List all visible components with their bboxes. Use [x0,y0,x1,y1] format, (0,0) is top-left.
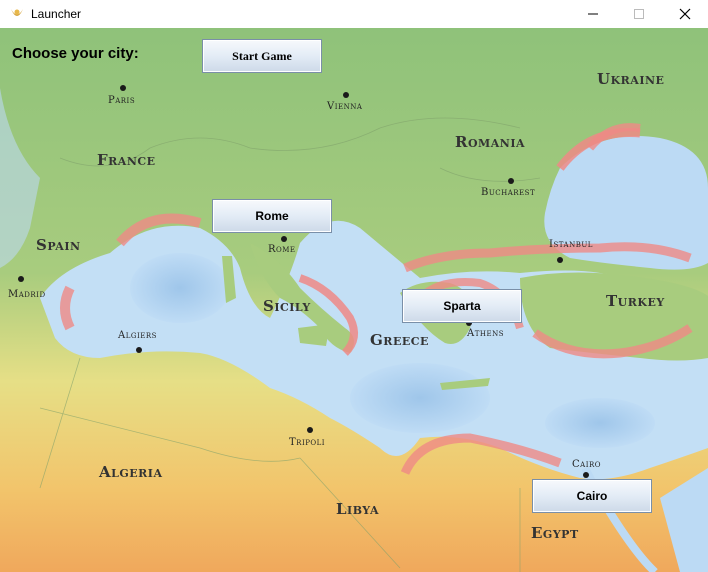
country-label: France [97,151,156,169]
country-label: Sicily [263,297,311,315]
paris-dot [120,85,126,91]
country-label: Turkey [606,292,665,310]
algiers-dot [136,347,142,353]
choose-city-heading: Choose your city: [12,45,139,62]
close-button[interactable] [662,0,708,28]
city-label: Vienna [327,101,363,112]
city-label: Cairo [572,459,601,470]
start-game-button[interactable]: Start Game [202,39,322,73]
minimize-icon [588,13,598,15]
city-label: Athens [467,328,505,339]
window-title: Launcher [31,7,82,21]
istanbul-dot [557,257,563,263]
close-icon [679,8,691,20]
maximize-icon [634,9,644,19]
country-label: Algeria [99,463,163,481]
country-label: Spain [36,236,81,254]
madrid-dot [18,276,24,282]
sparta-button[interactable]: Sparta [402,289,522,323]
cairo-button[interactable]: Cairo [532,479,652,513]
title-bar: Launcher [0,0,708,28]
maximize-button[interactable] [616,0,662,28]
city-label: Istanbul [549,239,593,250]
rome-button[interactable]: Rome [212,199,332,233]
minimize-button[interactable] [570,0,616,28]
vienna-dot [343,92,349,98]
country-label: Greece [370,331,429,349]
app-logo-icon [9,6,25,22]
cairo-dot [583,472,589,478]
tripoli-dot [307,427,313,433]
bucharest-dot [508,178,514,184]
city-label: Rome [268,244,296,255]
country-label: Egypt [531,524,579,542]
city-label: Algiers [118,330,157,341]
country-label: Romania [455,133,525,151]
city-label: Tripoli [289,437,326,448]
rome-dot [281,236,287,242]
country-label: Ukraine [597,70,665,88]
country-label: Libya [336,500,379,518]
city-label: Madrid [8,289,46,300]
city-label: Paris [108,95,136,106]
city-label: Bucharest [481,187,536,198]
